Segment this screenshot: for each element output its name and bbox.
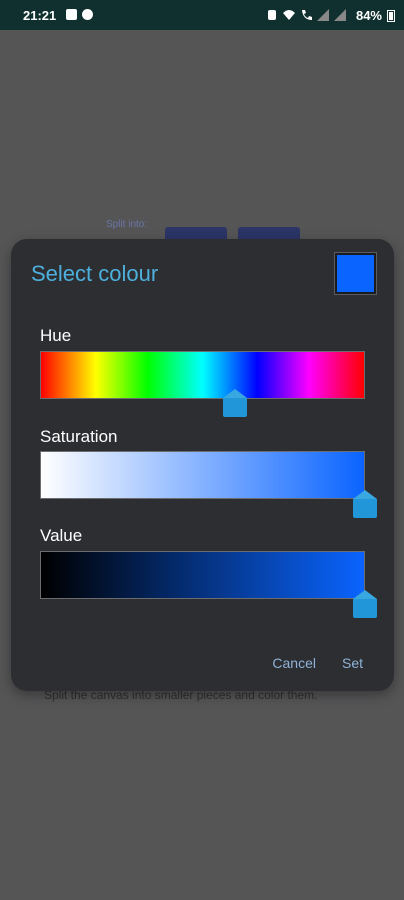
set-button[interactable]: Set xyxy=(342,655,363,671)
dialog-title: Select colour xyxy=(31,261,159,286)
settings-notification-icon xyxy=(82,9,93,20)
split-into-label: Split into: xyxy=(106,219,148,230)
battery-percentage: 84% xyxy=(355,8,382,23)
wifi-icon xyxy=(283,10,295,20)
gallery-notification-icon xyxy=(66,9,77,20)
status-bar: 21:21 84% xyxy=(0,0,404,30)
colour-preview-swatch xyxy=(335,253,376,294)
signal-icon-1 xyxy=(317,9,329,21)
notification-icons xyxy=(66,9,93,20)
saturation-label: Saturation xyxy=(40,427,118,446)
battery-icon xyxy=(387,10,395,22)
signal-icon-2 xyxy=(334,9,346,21)
saturation-slider[interactable] xyxy=(40,451,365,499)
colour-picker-dialog: Select colour Hue Saturation Value Cance… xyxy=(11,239,394,691)
value-label: Value xyxy=(40,526,83,545)
alarm-icon xyxy=(268,10,276,20)
hue-slider[interactable] xyxy=(40,351,365,399)
hue-label: Hue xyxy=(40,326,72,345)
status-time: 21:21 xyxy=(23,8,57,23)
call-icon xyxy=(302,10,312,20)
value-slider-thumb[interactable] xyxy=(353,590,377,618)
saturation-slider-thumb[interactable] xyxy=(353,490,377,518)
hue-slider-thumb[interactable] xyxy=(223,389,247,417)
value-slider[interactable] xyxy=(40,551,365,599)
dialog-actions: Cancel Set xyxy=(272,655,363,671)
cancel-button[interactable]: Cancel xyxy=(272,655,316,671)
system-icons xyxy=(266,9,346,21)
